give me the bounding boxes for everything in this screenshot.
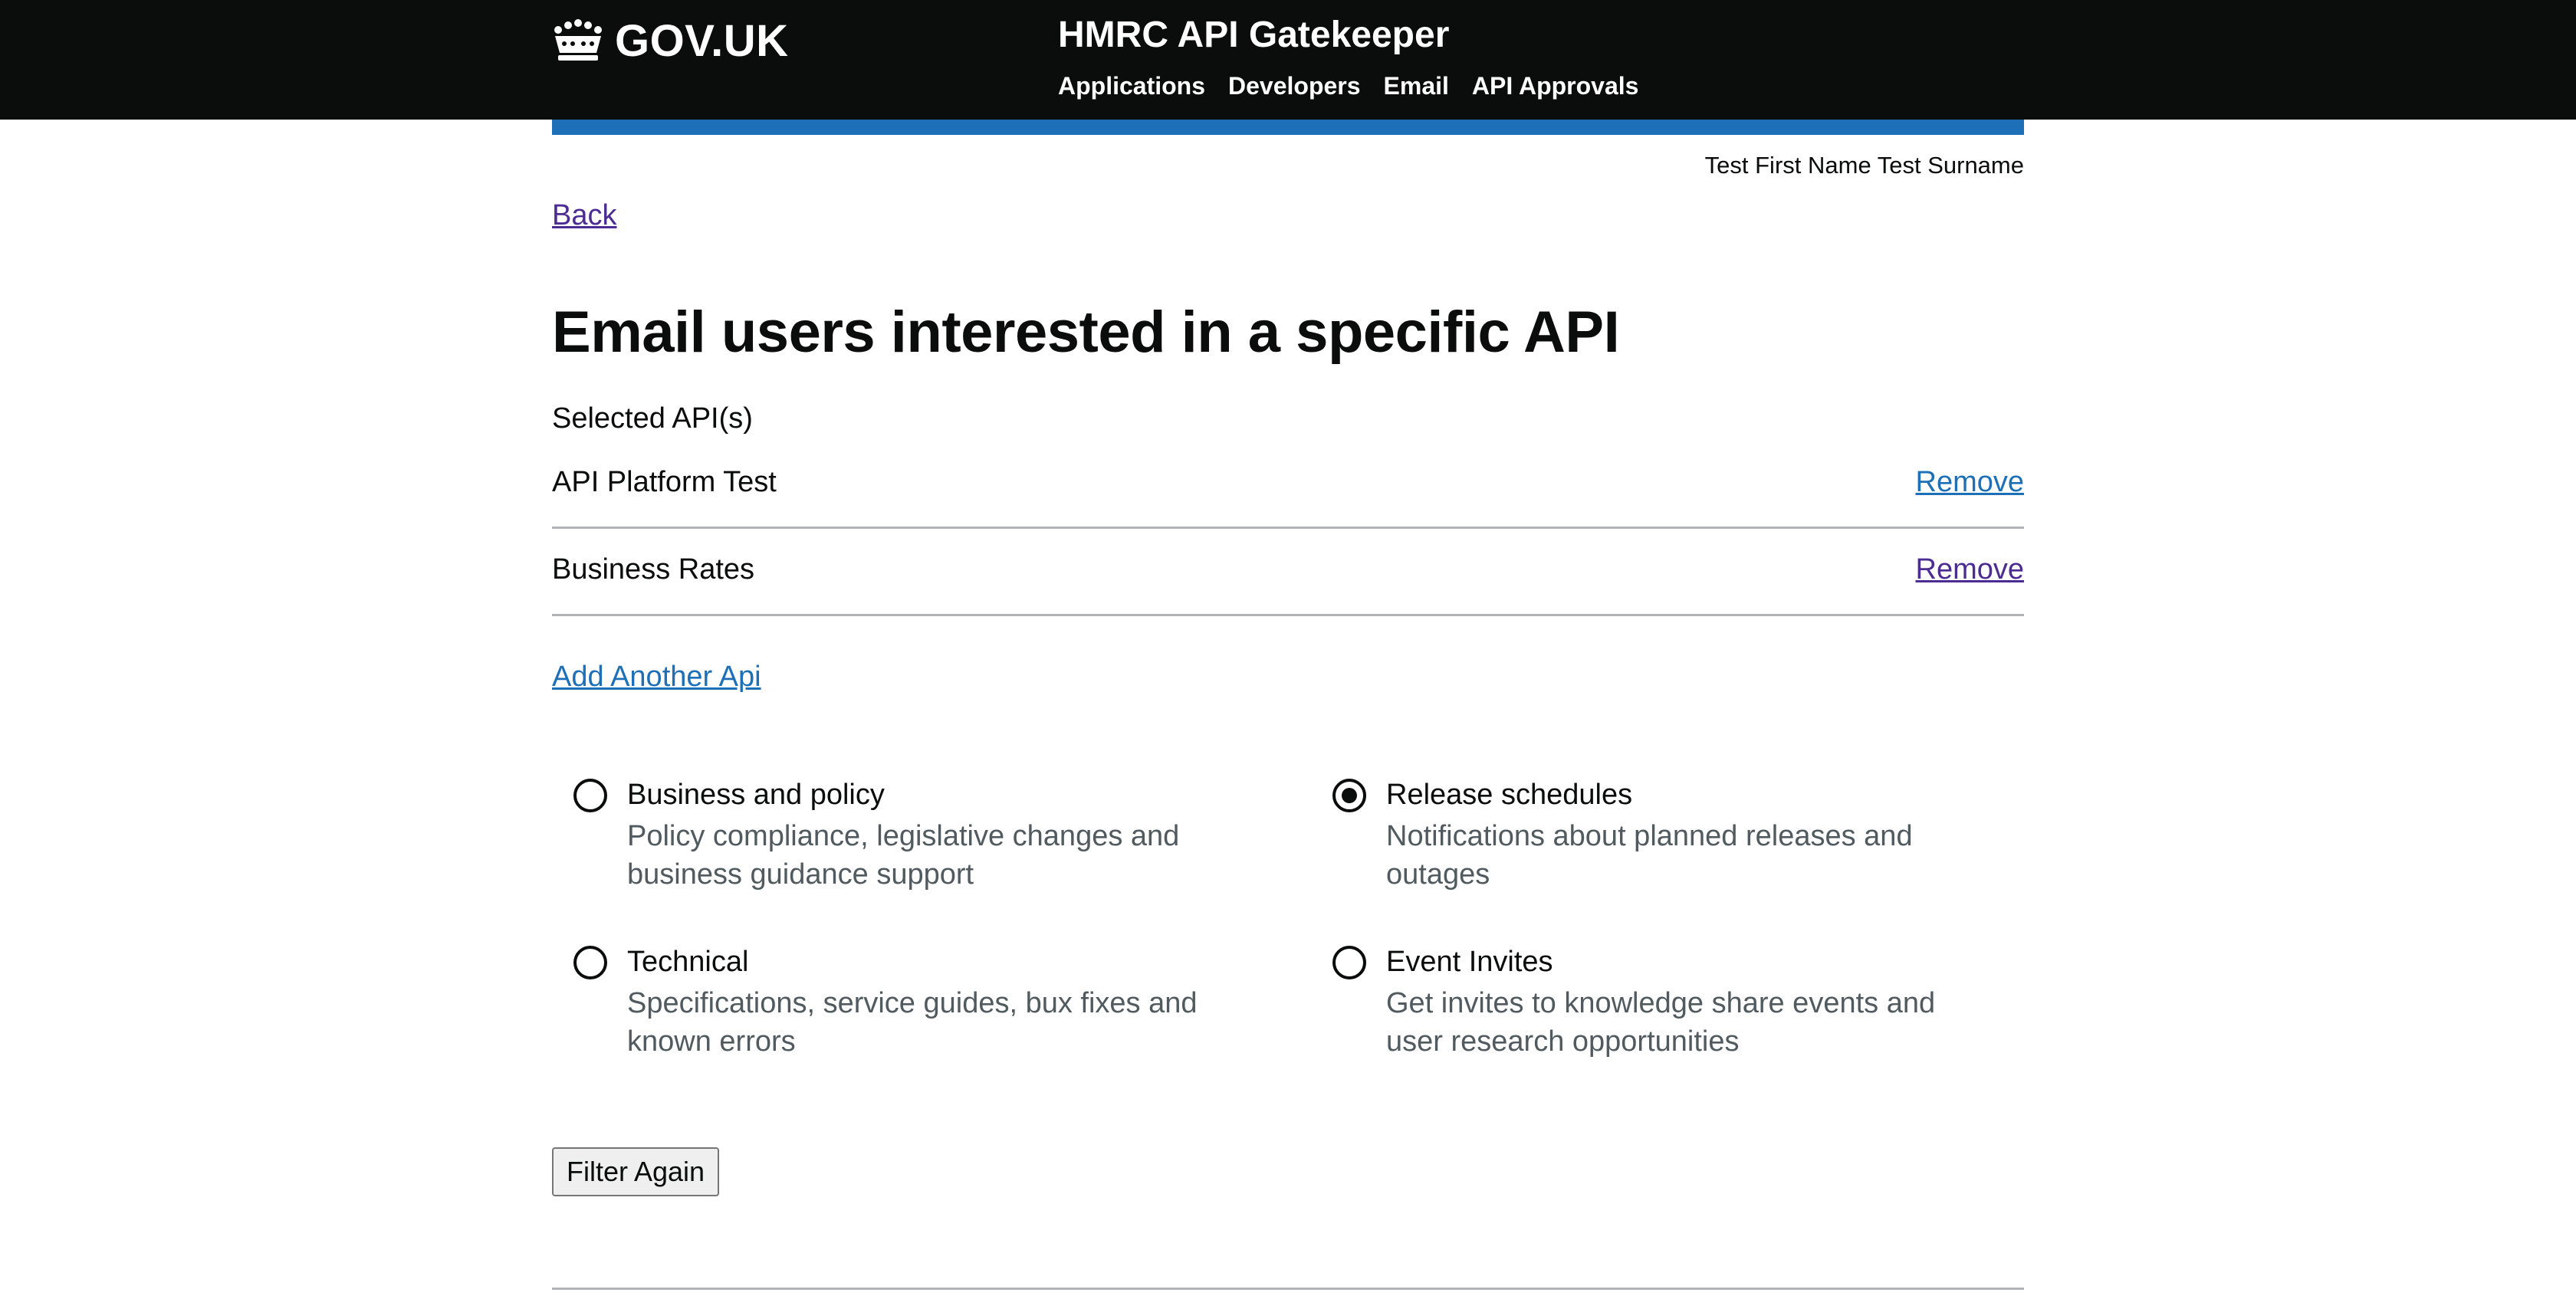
- topic-hint: Specifications, service guides, bux fixe…: [627, 987, 1198, 1058]
- footer-divider: [552, 1288, 2024, 1290]
- topic-label[interactable]: Business and policy: [627, 779, 885, 812]
- topic-label[interactable]: Event Invites: [1386, 946, 1553, 979]
- selected-apis-label: Selected API(s): [552, 402, 753, 435]
- selected-api-row: Business Rates Remove: [552, 530, 2024, 616]
- remove-api-link[interactable]: Remove: [1916, 553, 2025, 586]
- topic-label[interactable]: Release schedules: [1386, 779, 1632, 812]
- main-nav: Applications Developers Email API Approv…: [1058, 72, 1638, 100]
- filter-again-button[interactable]: Filter Again: [552, 1147, 719, 1196]
- selected-api-row: API Platform Test Remove: [552, 443, 2024, 529]
- selected-api-name: API Platform Test: [552, 466, 777, 498]
- nav-applications[interactable]: Applications: [1058, 72, 1205, 100]
- govuk-logo-text: GOV.UK: [615, 15, 789, 66]
- nav-email[interactable]: Email: [1384, 72, 1449, 100]
- remove-api-link[interactable]: Remove: [1916, 466, 2025, 499]
- selected-api-name: Business Rates: [552, 553, 755, 586]
- crown-icon: [554, 19, 602, 61]
- nav-api-approvals[interactable]: API Approvals: [1472, 72, 1639, 100]
- add-another-api-link[interactable]: Add Another Api: [552, 661, 761, 694]
- topic-hint: Policy compliance, legislative changes a…: [627, 820, 1180, 891]
- service-name[interactable]: HMRC API Gatekeeper: [1058, 14, 1449, 56]
- page-title: Email users interested in a specific API: [552, 300, 1620, 365]
- radio-button[interactable]: [573, 946, 607, 979]
- radio-button[interactable]: [573, 779, 607, 812]
- nav-developers[interactable]: Developers: [1228, 72, 1361, 100]
- topic-label[interactable]: Technical: [627, 946, 748, 979]
- back-link[interactable]: Back: [552, 199, 616, 232]
- radio-button[interactable]: [1332, 946, 1366, 979]
- govuk-logo-link[interactable]: GOV.UK: [552, 14, 788, 67]
- site-header: GOV.UK HMRC API Gatekeeper Applications …: [0, 0, 2576, 120]
- header-accent-bar: [552, 120, 2024, 135]
- topic-hint: Get invites to knowledge share events an…: [1386, 987, 1936, 1058]
- logged-in-user-name: Test First Name Test Surname: [1704, 152, 2024, 179]
- topic-hint: Notifications about planned releases and…: [1386, 820, 1913, 891]
- radio-button[interactable]: [1332, 779, 1366, 812]
